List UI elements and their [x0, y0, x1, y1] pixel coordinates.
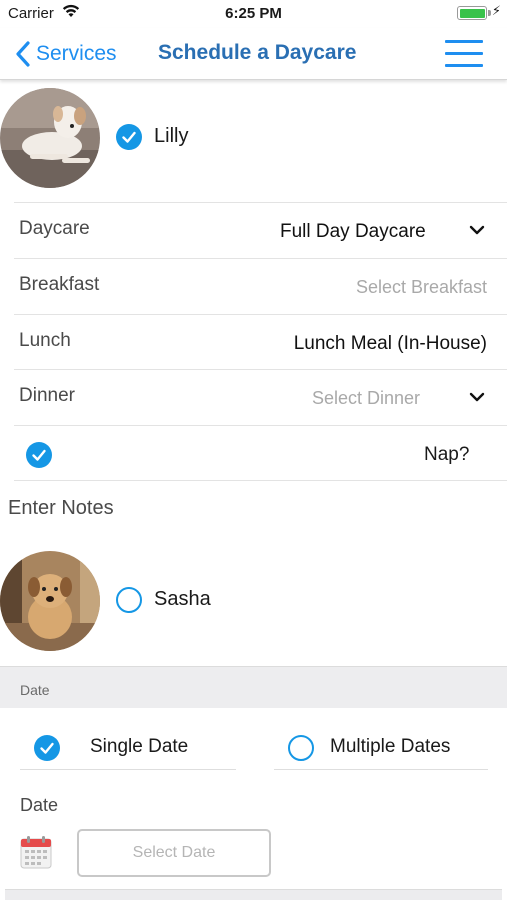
pet-select-checkbox-sasha[interactable]	[116, 587, 142, 613]
notes-input[interactable]: Enter Notes	[8, 497, 114, 520]
lunch-row[interactable]: Lunch Lunch Meal (In-House)	[14, 314, 507, 370]
pet-avatar-lilly	[0, 88, 100, 188]
bottom-section-edge	[5, 889, 502, 900]
pet-name-lilly: Lilly	[154, 125, 189, 147]
multiple-dates-label: Multiple Dates	[330, 736, 451, 757]
chevron-down-icon[interactable]	[469, 225, 485, 235]
dinner-row[interactable]: Dinner Select Dinner	[14, 369, 507, 425]
multiple-dates-radio[interactable]	[288, 735, 314, 761]
pet-select-checkbox-lilly[interactable]	[116, 124, 142, 150]
nav-bar: Services Schedule a Daycare	[0, 28, 507, 80]
status-time: 6:25 PM	[225, 5, 282, 22]
nap-row: Nap?	[14, 425, 507, 481]
date-field-label: Date	[20, 795, 59, 815]
chevron-down-icon[interactable]	[469, 392, 485, 402]
single-date-label: Single Date	[90, 736, 189, 757]
charging-bolt-icon: ⚡	[491, 3, 501, 18]
status-bar: Carrier 6:25 PM ⚡	[0, 0, 507, 28]
lunch-label: Lunch	[19, 330, 71, 351]
chevron-left-icon	[16, 41, 30, 67]
date-section-title: Date	[20, 682, 50, 698]
back-button[interactable]: Services	[14, 39, 117, 69]
daycare-row[interactable]: Daycare Full Day Daycare	[14, 202, 507, 258]
pet-name-sasha: Sasha	[154, 588, 211, 610]
single-date-radio[interactable]	[34, 735, 60, 761]
back-button-label: Services	[36, 42, 117, 65]
battery-level-fill	[459, 8, 485, 18]
pet-row-lilly: Lilly	[0, 88, 507, 188]
select-date-input[interactable]: Select Date	[77, 829, 271, 877]
single-date-option[interactable]: Single Date	[20, 720, 236, 770]
nap-label: Nap?	[424, 444, 470, 465]
battery-tip	[488, 10, 491, 16]
dinner-label: Dinner	[19, 385, 75, 406]
breakfast-label: Breakfast	[19, 274, 100, 295]
breakfast-placeholder[interactable]: Select Breakfast	[356, 277, 487, 298]
calendar-icon[interactable]	[20, 835, 52, 869]
hamburger-menu-icon[interactable]	[445, 40, 483, 68]
breakfast-row[interactable]: Breakfast Select Breakfast	[14, 258, 507, 314]
date-section-header: Date	[0, 666, 507, 708]
page-title: Schedule a Daycare	[158, 41, 357, 64]
pet-avatar-sasha	[0, 551, 100, 651]
checkmark-icon	[40, 742, 54, 754]
lunch-value[interactable]: Lunch Meal (In-House)	[294, 333, 487, 355]
battery-icon	[457, 6, 487, 20]
daycare-label: Daycare	[19, 218, 90, 239]
dinner-placeholder[interactable]: Select Dinner	[312, 388, 420, 409]
multiple-dates-option[interactable]: Multiple Dates	[274, 720, 488, 770]
nap-checkbox[interactable]	[26, 442, 52, 468]
checkmark-icon	[122, 131, 136, 143]
daycare-value[interactable]: Full Day Daycare	[280, 221, 426, 243]
pet-row-sasha: Sasha	[0, 551, 507, 651]
checkmark-icon	[32, 449, 46, 461]
